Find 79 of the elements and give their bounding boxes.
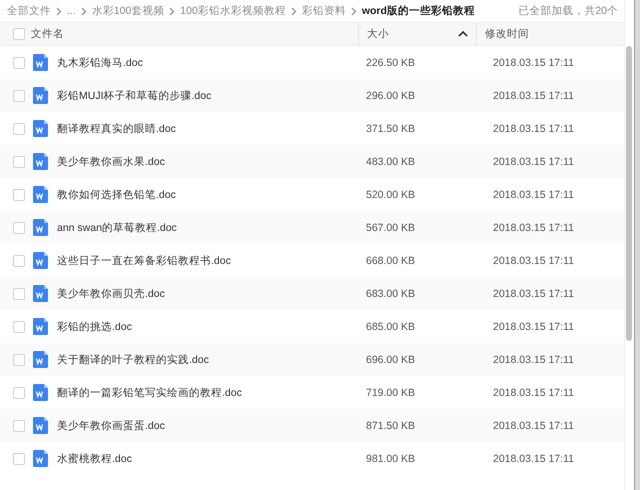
row-checkbox[interactable] [13, 354, 25, 366]
file-size: 567.00 KB [366, 222, 416, 234]
modified-time: 2018.03.15 17:11 [493, 354, 574, 366]
breadcrumb-item[interactable]: word版的一些彩铅教程 [362, 4, 475, 18]
column-header[interactable]: 文件名 [25, 23, 358, 45]
modified-time: 2018.03.15 17:11 [493, 188, 574, 200]
modified-time: 2018.03.15 17:11 [493, 452, 574, 464]
chevron-right-icon [290, 6, 297, 16]
chevron-right-icon [169, 6, 176, 16]
modified-time: 2018.03.15 17:11 [493, 254, 574, 266]
modified-time: 2018.03.15 17:11 [493, 90, 574, 102]
file-size: 871.50 KB [366, 420, 416, 432]
modified-time: 2018.03.15 17:11 [493, 288, 574, 300]
file-name[interactable]: 丸木彩铅海马.doc [57, 56, 143, 70]
modified-time: 2018.03.15 17:11 [493, 420, 574, 432]
modified-time: 2018.03.15 17:11 [493, 222, 574, 234]
file-name[interactable]: 彩铅的挑选.doc [57, 320, 132, 334]
word-document-icon [33, 120, 48, 137]
file-name[interactable]: 教你如何选择色铅笔.doc [57, 188, 176, 202]
breadcrumb-item[interactable]: 100彩铅水彩视频教程 [180, 4, 286, 18]
file-name[interactable]: 翻译教程真实的眼睛.doc [57, 122, 176, 136]
file-size: 226.50 KB [366, 56, 416, 68]
file-name[interactable]: 美少年教你画贝壳.doc [57, 286, 165, 300]
row-checkbox[interactable] [13, 56, 25, 68]
row-checkbox[interactable] [13, 320, 25, 332]
word-document-icon [33, 186, 48, 203]
file-size: 483.00 KB [366, 156, 416, 168]
scrollbar-thumb[interactable] [626, 46, 632, 341]
file-name[interactable]: 翻译的一篇彩铅笔写实绘画的教程.doc [57, 386, 242, 400]
row-checkbox[interactable] [13, 254, 25, 266]
row-checkbox[interactable] [13, 222, 25, 234]
file-name[interactable]: 水蜜桃教程.doc [57, 452, 132, 466]
file-name[interactable]: 美少年教你画蛋蛋.doc [57, 418, 165, 432]
column-header[interactable]: 大小 [358, 23, 476, 45]
file-size: 371.50 KB [366, 122, 416, 134]
row-checkbox[interactable] [13, 122, 25, 134]
file-size: 719.00 KB [366, 386, 416, 398]
file-name[interactable]: 彩铅MUJI杯子和草莓的步骤.doc [57, 88, 212, 102]
chevron-right-icon [80, 6, 87, 16]
modified-time: 2018.03.15 17:11 [493, 56, 574, 68]
modified-time: 2018.03.15 17:11 [493, 156, 574, 168]
file-size: 696.00 KB [366, 354, 416, 366]
word-document-icon [33, 450, 48, 467]
word-document-icon [33, 417, 48, 434]
word-document-icon [33, 384, 48, 401]
word-document-icon [33, 153, 48, 170]
file-name[interactable]: 这些日子一直在筹备彩铅教程书.doc [57, 254, 231, 268]
file-size: 668.00 KB [366, 254, 416, 266]
file-name[interactable]: 关于翻译的叶子教程的实践.doc [57, 352, 209, 366]
word-document-icon [33, 219, 48, 236]
word-document-icon [33, 318, 48, 335]
row-checkbox[interactable] [13, 452, 25, 464]
row-checkbox[interactable] [13, 90, 25, 102]
caret-up-icon[interactable] [458, 31, 468, 37]
file-name[interactable]: 美少年教你画水果.doc [57, 154, 165, 168]
row-checkbox[interactable] [13, 188, 25, 200]
row-checkbox[interactable] [13, 156, 25, 168]
chevron-right-icon [350, 6, 357, 16]
chevron-right-icon [56, 6, 62, 16]
file-size: 981.00 KB [366, 452, 416, 464]
row-checkbox[interactable] [13, 288, 25, 300]
modified-time: 2018.03.15 17:11 [493, 320, 574, 332]
file-size: 520.00 KB [366, 188, 416, 200]
file-size: 296.00 KB [366, 90, 416, 102]
file-size: 683.00 KB [366, 288, 416, 300]
modified-time: 2018.03.15 17:11 [493, 122, 574, 134]
row-checkbox[interactable] [13, 386, 25, 398]
load-status: 已全部加载，共20个 [518, 4, 618, 18]
file-size: 685.00 KB [366, 320, 416, 332]
modified-time: 2018.03.15 17:11 [493, 386, 574, 398]
word-document-icon [33, 54, 48, 71]
breadcrumb-item[interactable]: 彩铅资料 [302, 4, 346, 18]
word-document-icon [33, 252, 48, 269]
file-name[interactable]: ann swan的草莓教程.doc [57, 220, 177, 234]
select-all-checkbox[interactable] [13, 28, 25, 40]
row-checkbox[interactable] [13, 420, 25, 432]
word-document-icon [33, 351, 48, 368]
word-document-icon [33, 87, 48, 104]
word-document-icon [33, 285, 48, 302]
